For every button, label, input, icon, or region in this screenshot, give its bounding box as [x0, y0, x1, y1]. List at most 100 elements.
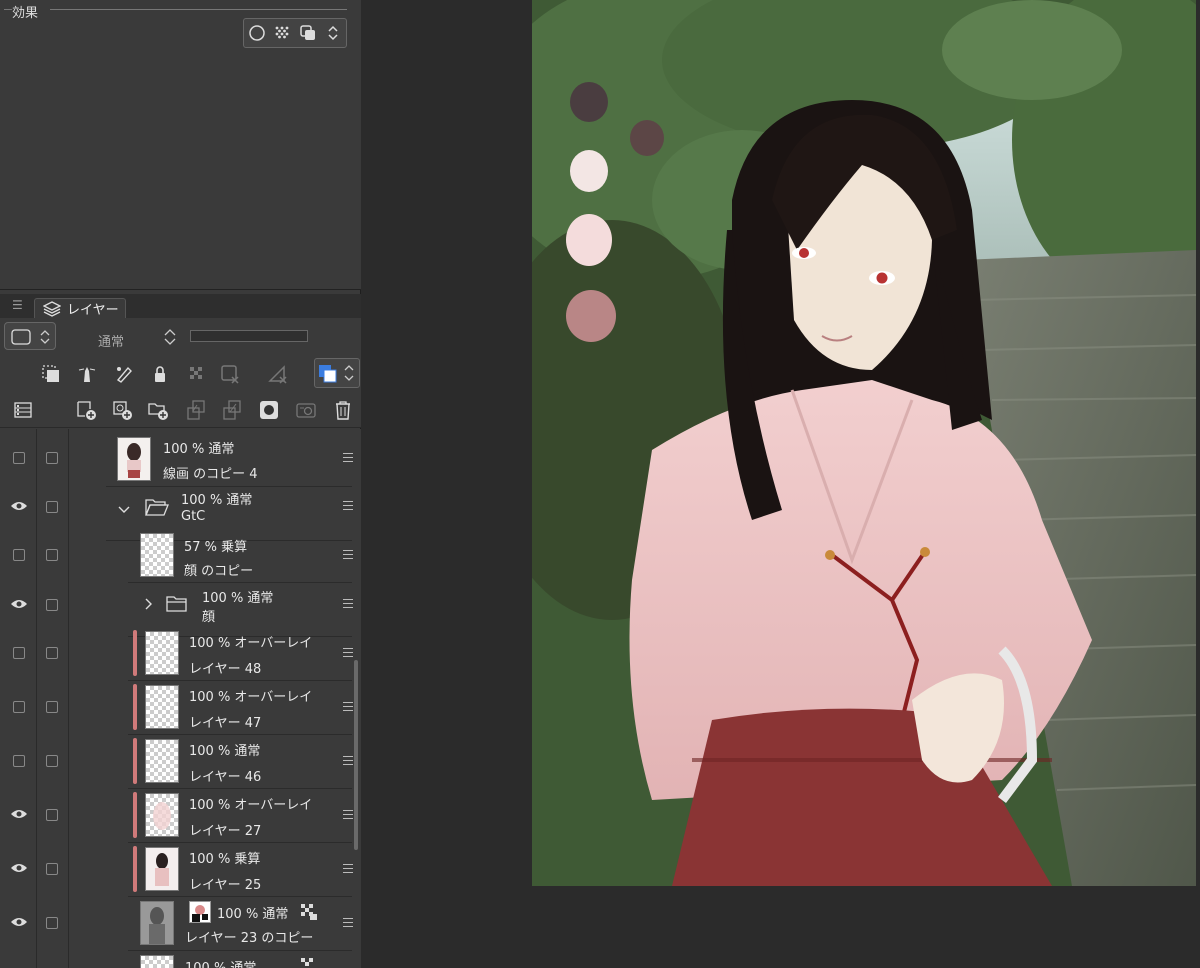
lock-checkbox[interactable] — [46, 452, 58, 464]
new-raster-layer-icon[interactable] — [75, 399, 97, 421]
layer-name: 顔 — [202, 610, 216, 625]
lock-checkbox[interactable] — [46, 755, 58, 767]
color-swatch[interactable] — [570, 150, 608, 192]
delete-layer-icon[interactable] — [332, 399, 354, 421]
layer-name: レイヤー 47 — [189, 716, 262, 731]
lock-checkbox[interactable] — [46, 701, 58, 713]
visibility-checkbox[interactable] — [13, 701, 25, 713]
layer-list-scrollbar[interactable] — [354, 660, 358, 850]
new-folder-icon[interactable] — [147, 399, 169, 421]
layer-menu-icon[interactable] — [343, 756, 353, 765]
visibility-checkbox[interactable] — [13, 549, 25, 561]
layer-opacity-mode: 100 % 通常 — [189, 744, 261, 759]
lock-checkbox[interactable] — [46, 599, 58, 611]
layer-menu-icon[interactable] — [343, 864, 353, 873]
layer-name: GtC — [181, 509, 206, 524]
blend-row: 通常 — [0, 318, 361, 356]
lock-checkbox[interactable] — [46, 501, 58, 513]
layer-name: 線画 のコピー 4 — [163, 467, 258, 482]
layer-thumbnail — [140, 955, 174, 968]
layer-menu-icon[interactable] — [343, 918, 353, 927]
visibility-checkbox[interactable] — [13, 755, 25, 767]
lock-checkbox[interactable] — [46, 809, 58, 821]
lock-checkbox[interactable] — [46, 549, 58, 561]
folder-open-icon — [145, 499, 169, 516]
color-swatch[interactable] — [566, 290, 616, 342]
apply-mask-icon[interactable] — [295, 399, 317, 421]
chevron-down-icon[interactable] — [118, 505, 130, 515]
transparency-lock-icon — [301, 904, 317, 920]
merge-down-icon[interactable] — [221, 399, 243, 421]
layer-opacity-mode: 100 % 通常 — [163, 442, 235, 457]
clipping-indicator — [133, 846, 137, 892]
layer-opacity-mode: 100 % オーバーレイ — [189, 798, 313, 813]
draft-layer-icon[interactable] — [113, 363, 135, 385]
lock-checkbox[interactable] — [46, 863, 58, 875]
eye-icon[interactable] — [10, 916, 28, 928]
layer-menu-icon[interactable] — [343, 599, 353, 608]
visibility-checkbox[interactable] — [13, 452, 25, 464]
layer-menu-icon[interactable] — [343, 550, 353, 559]
layers-icon — [43, 300, 61, 317]
halftone-icon[interactable] — [273, 24, 291, 42]
layer-menu-icon[interactable] — [343, 501, 353, 510]
duplicate-icon[interactable] — [299, 24, 317, 42]
layer-list-icon[interactable] — [12, 399, 34, 421]
ruler-disable-icon[interactable] — [268, 363, 290, 385]
layer-opacity-mode: 100 % 通常 — [202, 591, 274, 606]
lock-icon[interactable] — [149, 363, 171, 385]
chevron-right-icon[interactable] — [144, 598, 154, 610]
layer-opacity-mode: 100 % 通常 — [217, 907, 289, 922]
effect-title: 効果 — [12, 6, 39, 21]
eye-icon[interactable] — [10, 500, 28, 512]
layer-thumbnail — [140, 533, 174, 577]
clipping-indicator — [133, 630, 137, 676]
color-swatch[interactable] — [630, 120, 664, 156]
color-swatch[interactable] — [566, 214, 612, 266]
color-swatch[interactable] — [570, 82, 608, 122]
tab-layer-label: レイヤー — [67, 303, 119, 318]
eye-icon[interactable] — [10, 598, 28, 610]
visibility-checkbox[interactable] — [13, 647, 25, 659]
chevron-updown-icon[interactable] — [163, 327, 177, 347]
panel-tabbar: ☰ レイヤー — [0, 294, 361, 318]
mask-thumbnail — [189, 901, 211, 923]
layer-menu-icon[interactable] — [343, 702, 353, 711]
clipping-indicator — [133, 792, 137, 838]
layer-thumbnail — [117, 437, 151, 481]
layer-menu-icon[interactable] — [343, 810, 353, 819]
lock-transparency-icon[interactable] — [186, 363, 208, 385]
transfer-down-icon[interactable] — [185, 399, 207, 421]
layer-name: 顔 のコピー — [184, 564, 254, 579]
artwork-canvas[interactable] — [532, 0, 1196, 886]
chevron-updown-icon[interactable] — [324, 24, 342, 42]
reference-layer-icon[interactable] — [40, 363, 62, 385]
layer-opacity-mode: 100 % オーバーレイ — [189, 636, 313, 651]
blend-mode-select[interactable]: 通常 — [98, 331, 124, 350]
layer-thumbnail — [145, 847, 179, 891]
lock-checkbox[interactable] — [46, 917, 58, 929]
layer-thumbnail — [145, 631, 179, 675]
circle-icon[interactable] — [248, 24, 266, 42]
layer-toolbar-1 — [0, 356, 361, 392]
layer-name: レイヤー 48 — [189, 662, 262, 677]
layer-list: 100 % 通常 線画 のコピー 4 100 % 通常 GtC 57 % 乗算 … — [0, 429, 361, 968]
layer-thumbnail — [140, 901, 174, 945]
lighthouse-icon[interactable] — [76, 363, 98, 385]
effect-button-group — [243, 18, 347, 48]
eye-icon[interactable] — [10, 862, 28, 874]
opacity-slider[interactable] — [190, 330, 308, 342]
layer-mask-icon[interactable] — [258, 399, 280, 421]
layer-menu-icon[interactable] — [343, 453, 353, 462]
layer-opacity-mode: 100 % 乗算 — [189, 852, 261, 867]
eye-icon[interactable] — [10, 808, 28, 820]
tab-layer[interactable]: レイヤー — [34, 298, 126, 318]
layer-menu-icon[interactable] — [343, 648, 353, 657]
panel-menu-icon[interactable]: ☰ — [12, 298, 23, 312]
mask-disable-icon[interactable] — [220, 363, 242, 385]
layer-color-icon[interactable] — [314, 358, 360, 388]
lock-checkbox[interactable] — [46, 647, 58, 659]
layer-opacity-mode: 100 % 通常 — [185, 957, 256, 968]
new-vector-layer-icon[interactable] — [111, 399, 133, 421]
layer-color-selector[interactable] — [4, 322, 56, 350]
